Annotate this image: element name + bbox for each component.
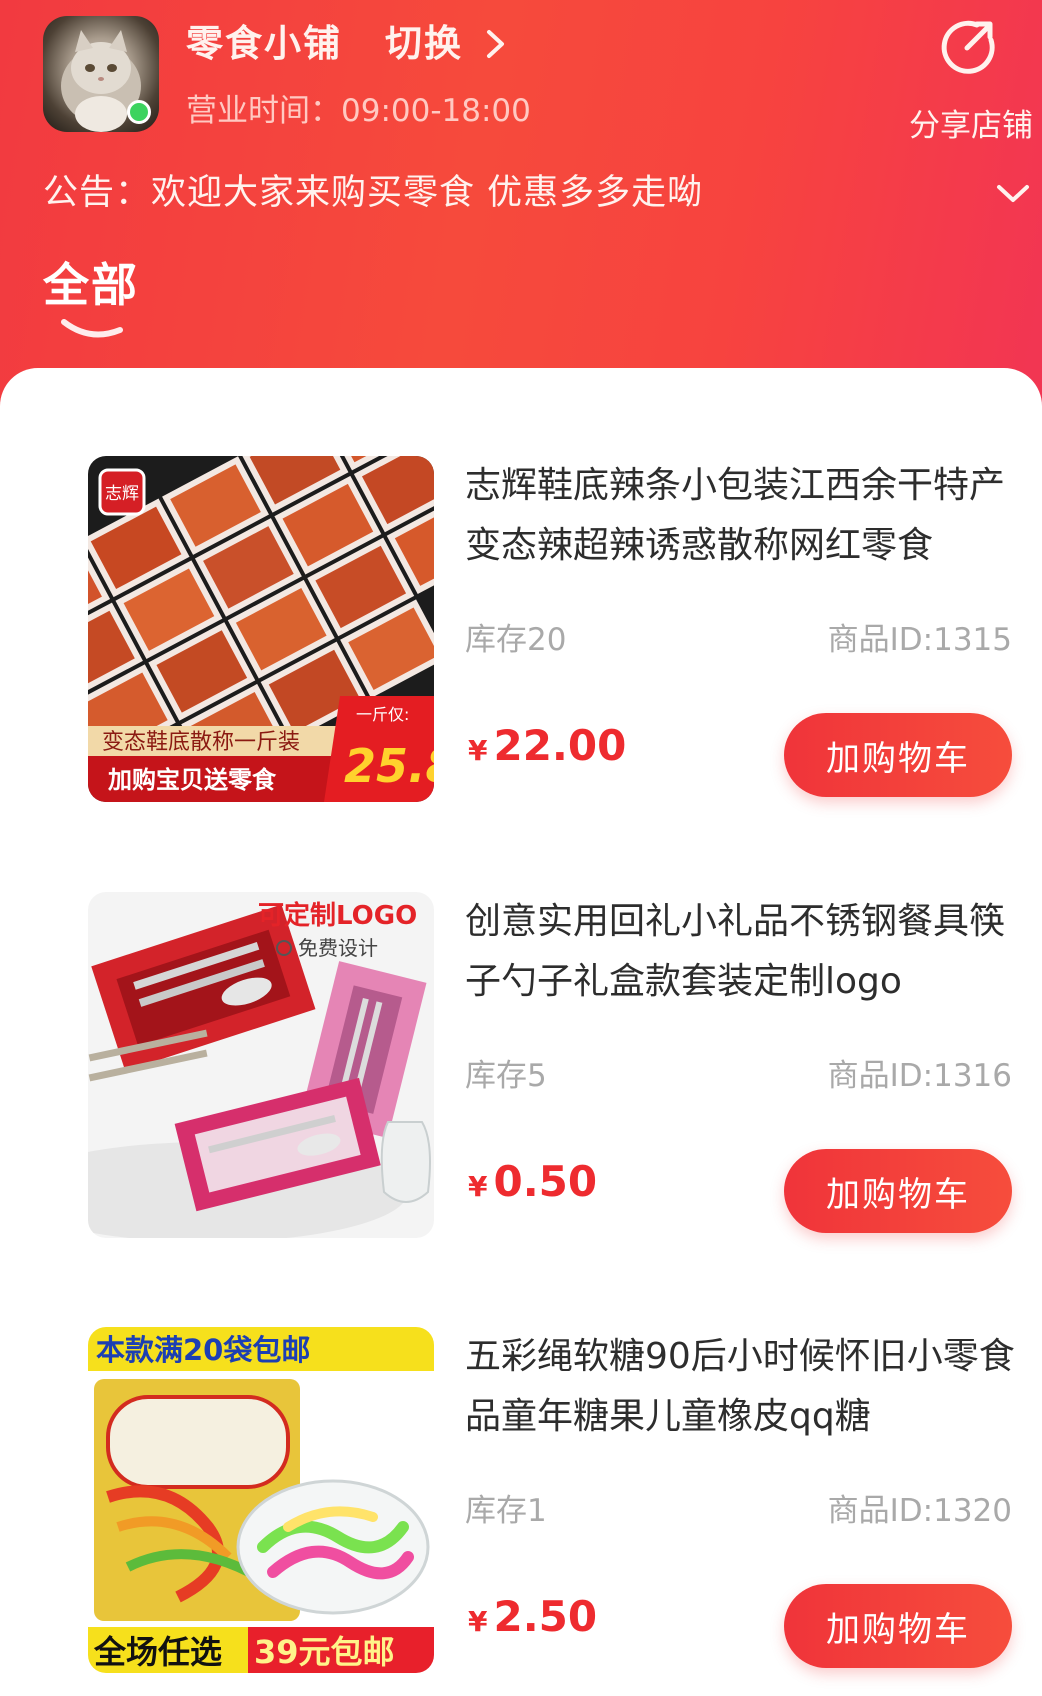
image-caption-1: 可定制LOGO: [258, 900, 417, 931]
product-title[interactable]: 志辉鞋底辣条小包装江西余干特产变态辣超辣诱惑散称网红零食: [465, 456, 1015, 584]
image-caption-2: 加购宝贝送零食: [108, 766, 277, 794]
image-caption-top: 本款满20袋包邮: [96, 1333, 310, 1367]
product-price: ¥0.50: [468, 1154, 597, 1210]
product-stock: 库存20: [465, 622, 567, 658]
tab-active-indicator: [61, 319, 123, 338]
product-image[interactable]: 志辉 变态鞋底散称一斤装 加购宝贝送零食 一斤仅: 25.8: [88, 456, 434, 802]
tab-all[interactable]: 全部: [43, 254, 139, 316]
switch-label: 切换: [385, 22, 463, 65]
shop-notice: 公告：欢迎大家来购买零食 优惠多多走呦: [43, 173, 704, 213]
product-image[interactable]: 可定制LOGO 免费设计: [88, 892, 434, 1238]
product-price: ¥22.00: [468, 718, 626, 774]
product-stock: 库存1: [465, 1493, 547, 1529]
product-id: 商品ID:1315: [827, 622, 1012, 658]
online-status-dot: [127, 100, 151, 124]
product-id: 商品ID:1316: [827, 1058, 1012, 1094]
image-caption-bottom-a: 全场任选: [93, 1633, 222, 1671]
product-title[interactable]: 创意实用回礼小礼品不锈钢餐具筷子勺子礼盒款套装定制logo: [465, 892, 1015, 1020]
share-label: 分享店铺: [909, 108, 1033, 144]
currency-symbol: ¥: [468, 734, 488, 767]
image-price: 25.8: [344, 739, 434, 793]
image-caption-2: 免费设计: [298, 936, 378, 960]
currency-symbol: ¥: [468, 1605, 488, 1638]
product-image[interactable]: 本款满20袋包邮 全场任选 39元包邮: [88, 1327, 434, 1673]
add-to-cart-button[interactable]: 加购物车: [784, 1584, 1012, 1668]
switch-shop-button[interactable]: 切换: [385, 16, 507, 72]
product-price: ¥2.50: [468, 1589, 597, 1645]
price-value: 0.50: [493, 1157, 598, 1206]
chevron-down-icon[interactable]: [995, 178, 1031, 208]
product-list: 志辉 变态鞋底散称一斤装 加购宝贝送零食 一斤仅: 25.8 志辉鞋底辣条小包装…: [0, 368, 1042, 1696]
price-value: 22.00: [493, 721, 627, 770]
product-id: 商品ID:1320: [827, 1493, 1012, 1529]
image-caption-bottom-b: 39元包邮: [254, 1633, 395, 1671]
product-card[interactable]: 可定制LOGO 免费设计 创意实用回礼小礼品不锈钢餐具筷子勺子礼盒款套装定制lo…: [0, 892, 1042, 1242]
product-stock: 库存5: [465, 1058, 547, 1094]
tableware-gift-set-image: 可定制LOGO 免费设计: [88, 892, 434, 1238]
price-value: 2.50: [493, 1592, 598, 1641]
add-to-cart-button[interactable]: 加购物车: [784, 1149, 1012, 1233]
shop-header: 零食小铺 切换 营业时间：09:00-18:00 分享店铺 公告：欢迎大家来购买…: [0, 0, 1042, 420]
rainbow-gummy-candy-image: 本款满20袋包邮 全场任选 39元包邮: [88, 1327, 434, 1673]
add-to-cart-button[interactable]: 加购物车: [784, 713, 1012, 797]
chevron-right-icon: [487, 30, 504, 58]
product-card[interactable]: 本款满20袋包邮 全场任选 39元包邮 五彩绳软糖90后小时候怀旧小零食品童年糖…: [0, 1327, 1042, 1677]
shop-name: 零食小铺: [186, 22, 342, 65]
currency-symbol: ¥: [468, 1170, 488, 1203]
product-title[interactable]: 五彩绳软糖90后小时候怀旧小零食品童年糖果儿童橡皮qq糖: [465, 1327, 1015, 1455]
share-icon: [941, 20, 995, 74]
product-card[interactable]: 志辉 变态鞋底散称一斤装 加购宝贝送零食 一斤仅: 25.8 志辉鞋底辣条小包装…: [0, 456, 1042, 806]
image-caption-1: 变态鞋底散称一斤装: [102, 730, 300, 755]
image-price-tag: 一斤仅:: [356, 705, 409, 724]
brand-logo-text: 志辉: [105, 484, 139, 504]
share-shop-button[interactable]: 分享店铺: [900, 14, 1042, 144]
business-hours: 营业时间：09:00-18:00: [186, 93, 531, 129]
spicy-strip-product-image: 志辉 变态鞋底散称一斤装 加购宝贝送零食 一斤仅: 25.8: [88, 456, 434, 802]
